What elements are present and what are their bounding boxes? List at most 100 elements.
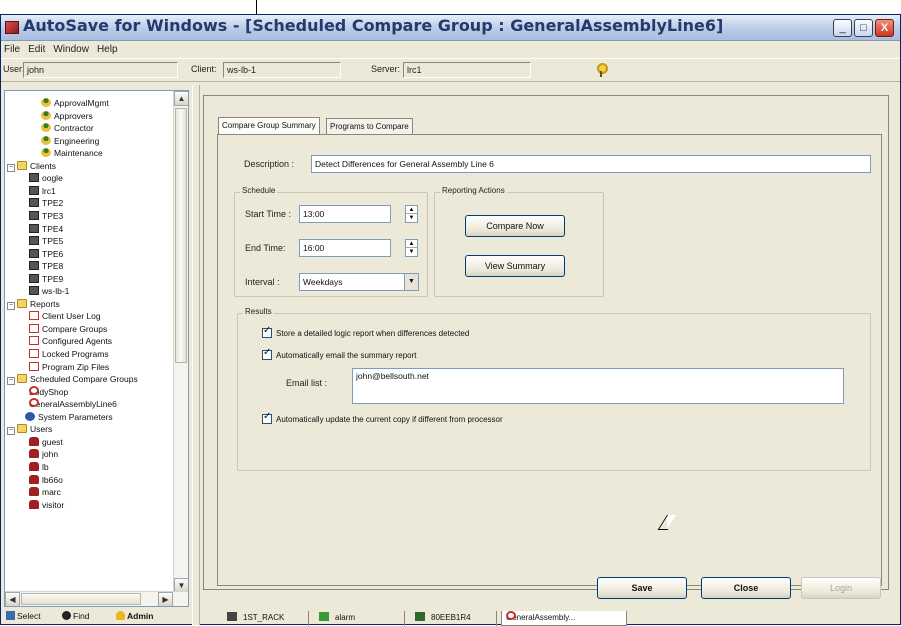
collapse-icon[interactable]: − bbox=[7, 427, 15, 436]
maximize-button[interactable]: □ bbox=[854, 19, 873, 37]
save-button[interactable]: Save bbox=[597, 577, 687, 599]
close-button[interactable]: Close bbox=[701, 577, 791, 599]
tree-item[interactable]: Configured Agents bbox=[29, 335, 112, 347]
tree-item[interactable]: Compare Groups bbox=[29, 323, 107, 335]
pc-icon bbox=[29, 261, 39, 271]
tree-item-label: visitor bbox=[42, 499, 65, 510]
store-report-checkbox[interactable]: Store a detailed logic report when diffe… bbox=[262, 326, 469, 339]
menu-edit[interactable]: Edit bbox=[24, 42, 49, 57]
start-time-input[interactable]: 13:00 bbox=[299, 205, 391, 223]
tree-horizontal-scrollbar[interactable]: ◀ ▶ bbox=[5, 591, 188, 606]
collapse-icon[interactable]: − bbox=[7, 301, 15, 310]
nav-tab-admin[interactable]: Admin bbox=[116, 608, 153, 625]
interval-select[interactable]: Weekdays ▼ bbox=[299, 273, 419, 291]
tree-item[interactable]: System Parameters bbox=[25, 411, 113, 423]
spin-down-icon[interactable]: ▼ bbox=[406, 214, 417, 222]
tree-item[interactable]: TPE2 bbox=[29, 197, 63, 209]
tree-vertical-scrollbar[interactable]: ▲ ▼ bbox=[173, 91, 188, 593]
pc-icon bbox=[29, 286, 39, 296]
tree-item[interactable]: Locked Programs bbox=[29, 348, 109, 360]
tree-folder[interactable]: − Clients bbox=[7, 160, 56, 172]
tree-hscroll-thumb[interactable] bbox=[21, 593, 141, 605]
tree-folder[interactable]: − Scheduled Compare Groups bbox=[7, 373, 138, 386]
tree-item[interactable]: Engineering bbox=[41, 135, 99, 147]
navigation-tree[interactable]: visitor marc lb66o lb john guest − Users System … bbox=[4, 90, 189, 607]
email-report-checkbox[interactable]: Automatically email the summary report bbox=[262, 348, 417, 361]
tree-item[interactable]: TPE8 bbox=[29, 260, 63, 272]
tree-folder[interactable]: − Users bbox=[7, 423, 52, 436]
task-tab-general-assembly[interactable]: GeneralAssembly... bbox=[501, 611, 627, 626]
tab-compare-group-summary[interactable]: Compare Group Summary bbox=[218, 117, 320, 134]
start-time-label: Start Time : bbox=[245, 209, 292, 219]
tree-item[interactable]: marc bbox=[29, 486, 61, 498]
tree-item[interactable]: Contractor bbox=[41, 122, 94, 134]
chevron-down-icon[interactable]: ▼ bbox=[404, 274, 418, 290]
task-tab-alarm[interactable]: alarm bbox=[315, 611, 405, 626]
tree-item[interactable]: GeneralAssemblyLine6 bbox=[29, 398, 117, 410]
compare-now-button[interactable]: Compare Now bbox=[465, 215, 565, 237]
tree-item[interactable]: lb66o bbox=[29, 474, 63, 486]
scroll-left-icon[interactable]: ◀ bbox=[5, 592, 20, 606]
schedule-group: Schedule Start Time : 13:00 ▲ ▼ End Time:… bbox=[234, 186, 428, 297]
collapse-icon[interactable]: − bbox=[7, 377, 15, 386]
tree-item[interactable]: ApprovalMgmt bbox=[41, 97, 109, 109]
tree-item[interactable]: TPE9 bbox=[29, 273, 63, 285]
tree-item[interactable]: Client User Log bbox=[29, 310, 101, 322]
menu-window[interactable]: Window bbox=[49, 42, 93, 57]
task-tab-80eeb1r4[interactable]: 80EEB1R4 bbox=[411, 611, 497, 626]
tree-item[interactable]: Maintenance bbox=[41, 147, 103, 159]
person-icon bbox=[41, 123, 51, 133]
tree-item-label: GeneralAssemblyLine6 bbox=[29, 399, 117, 410]
nav-tab-select[interactable]: Select bbox=[6, 608, 41, 625]
task-tabs: 1ST_RACK alarm 80EEB1R4 GeneralAssembly.… bbox=[203, 611, 901, 626]
minimize-button[interactable]: _ bbox=[833, 19, 852, 37]
key-icon[interactable] bbox=[595, 63, 608, 77]
report-icon bbox=[29, 311, 39, 321]
tree-item-label: Clients bbox=[30, 160, 56, 171]
user-icon bbox=[29, 487, 39, 497]
tree-item[interactable]: john bbox=[29, 448, 58, 460]
email-list-input[interactable]: john@bellsouth.net bbox=[352, 368, 844, 404]
close-window-button[interactable]: X bbox=[875, 19, 894, 37]
tab-programs-to-compare[interactable]: Programs to Compare bbox=[326, 118, 413, 134]
scroll-up-icon[interactable]: ▲ bbox=[174, 91, 188, 106]
tree-item[interactable]: TPE4 bbox=[29, 223, 63, 235]
view-summary-button[interactable]: View Summary bbox=[465, 255, 565, 277]
folder-icon bbox=[17, 374, 27, 384]
start-time-spinner[interactable]: ▲ ▼ bbox=[405, 205, 418, 223]
tree-item[interactable]: lb bbox=[29, 461, 49, 473]
report-icon bbox=[29, 336, 39, 346]
user-label: User: bbox=[3, 64, 25, 74]
spin-up-icon[interactable]: ▲ bbox=[406, 240, 417, 248]
tree-item[interactable]: BodyShop bbox=[29, 385, 68, 398]
person-icon bbox=[41, 148, 51, 158]
tree-folder[interactable]: − Reports bbox=[7, 298, 60, 310]
tree-scroll-thumb[interactable] bbox=[175, 108, 187, 363]
end-time-input[interactable]: 16:00 bbox=[299, 239, 391, 257]
tree-item[interactable]: TPE6 bbox=[29, 248, 63, 260]
pane-splitter[interactable] bbox=[192, 85, 200, 625]
tree-item[interactable]: ws-lb-1 bbox=[29, 285, 69, 297]
tree-item[interactable]: TPE3 bbox=[29, 210, 63, 222]
tree-item[interactable]: Program Zip Files bbox=[29, 361, 109, 373]
tree-item[interactable]: lrc1 bbox=[29, 185, 56, 197]
spin-down-icon[interactable]: ▼ bbox=[406, 248, 417, 256]
menu-help[interactable]: Help bbox=[93, 42, 122, 57]
tree-item[interactable]: oogle bbox=[29, 172, 63, 184]
description-input[interactable]: Detect Differences for General Assembly … bbox=[311, 155, 871, 173]
tree-item[interactable]: Approvers bbox=[41, 110, 93, 122]
tree-item[interactable]: guest bbox=[29, 436, 63, 448]
title-bar[interactable]: AutoSave for Windows - [Scheduled Compar… bbox=[1, 15, 900, 41]
tree-item-label: Approvers bbox=[54, 110, 93, 121]
nav-tab-find[interactable]: Find bbox=[62, 608, 90, 625]
tree-item[interactable]: visitor bbox=[29, 499, 64, 511]
tree-item[interactable]: TPE5 bbox=[29, 235, 63, 247]
end-time-spinner[interactable]: ▲ ▼ bbox=[405, 239, 418, 257]
task-tab-1st-rack[interactable]: 1ST_RACK bbox=[223, 611, 309, 626]
menu-file[interactable]: File bbox=[1, 42, 24, 57]
auto-update-checkbox[interactable]: Automatically update the current copy if… bbox=[262, 412, 503, 425]
scroll-right-icon[interactable]: ▶ bbox=[158, 592, 173, 606]
collapse-icon[interactable]: − bbox=[7, 163, 15, 172]
server-label: Server: bbox=[371, 64, 401, 74]
spin-up-icon[interactable]: ▲ bbox=[406, 206, 417, 214]
